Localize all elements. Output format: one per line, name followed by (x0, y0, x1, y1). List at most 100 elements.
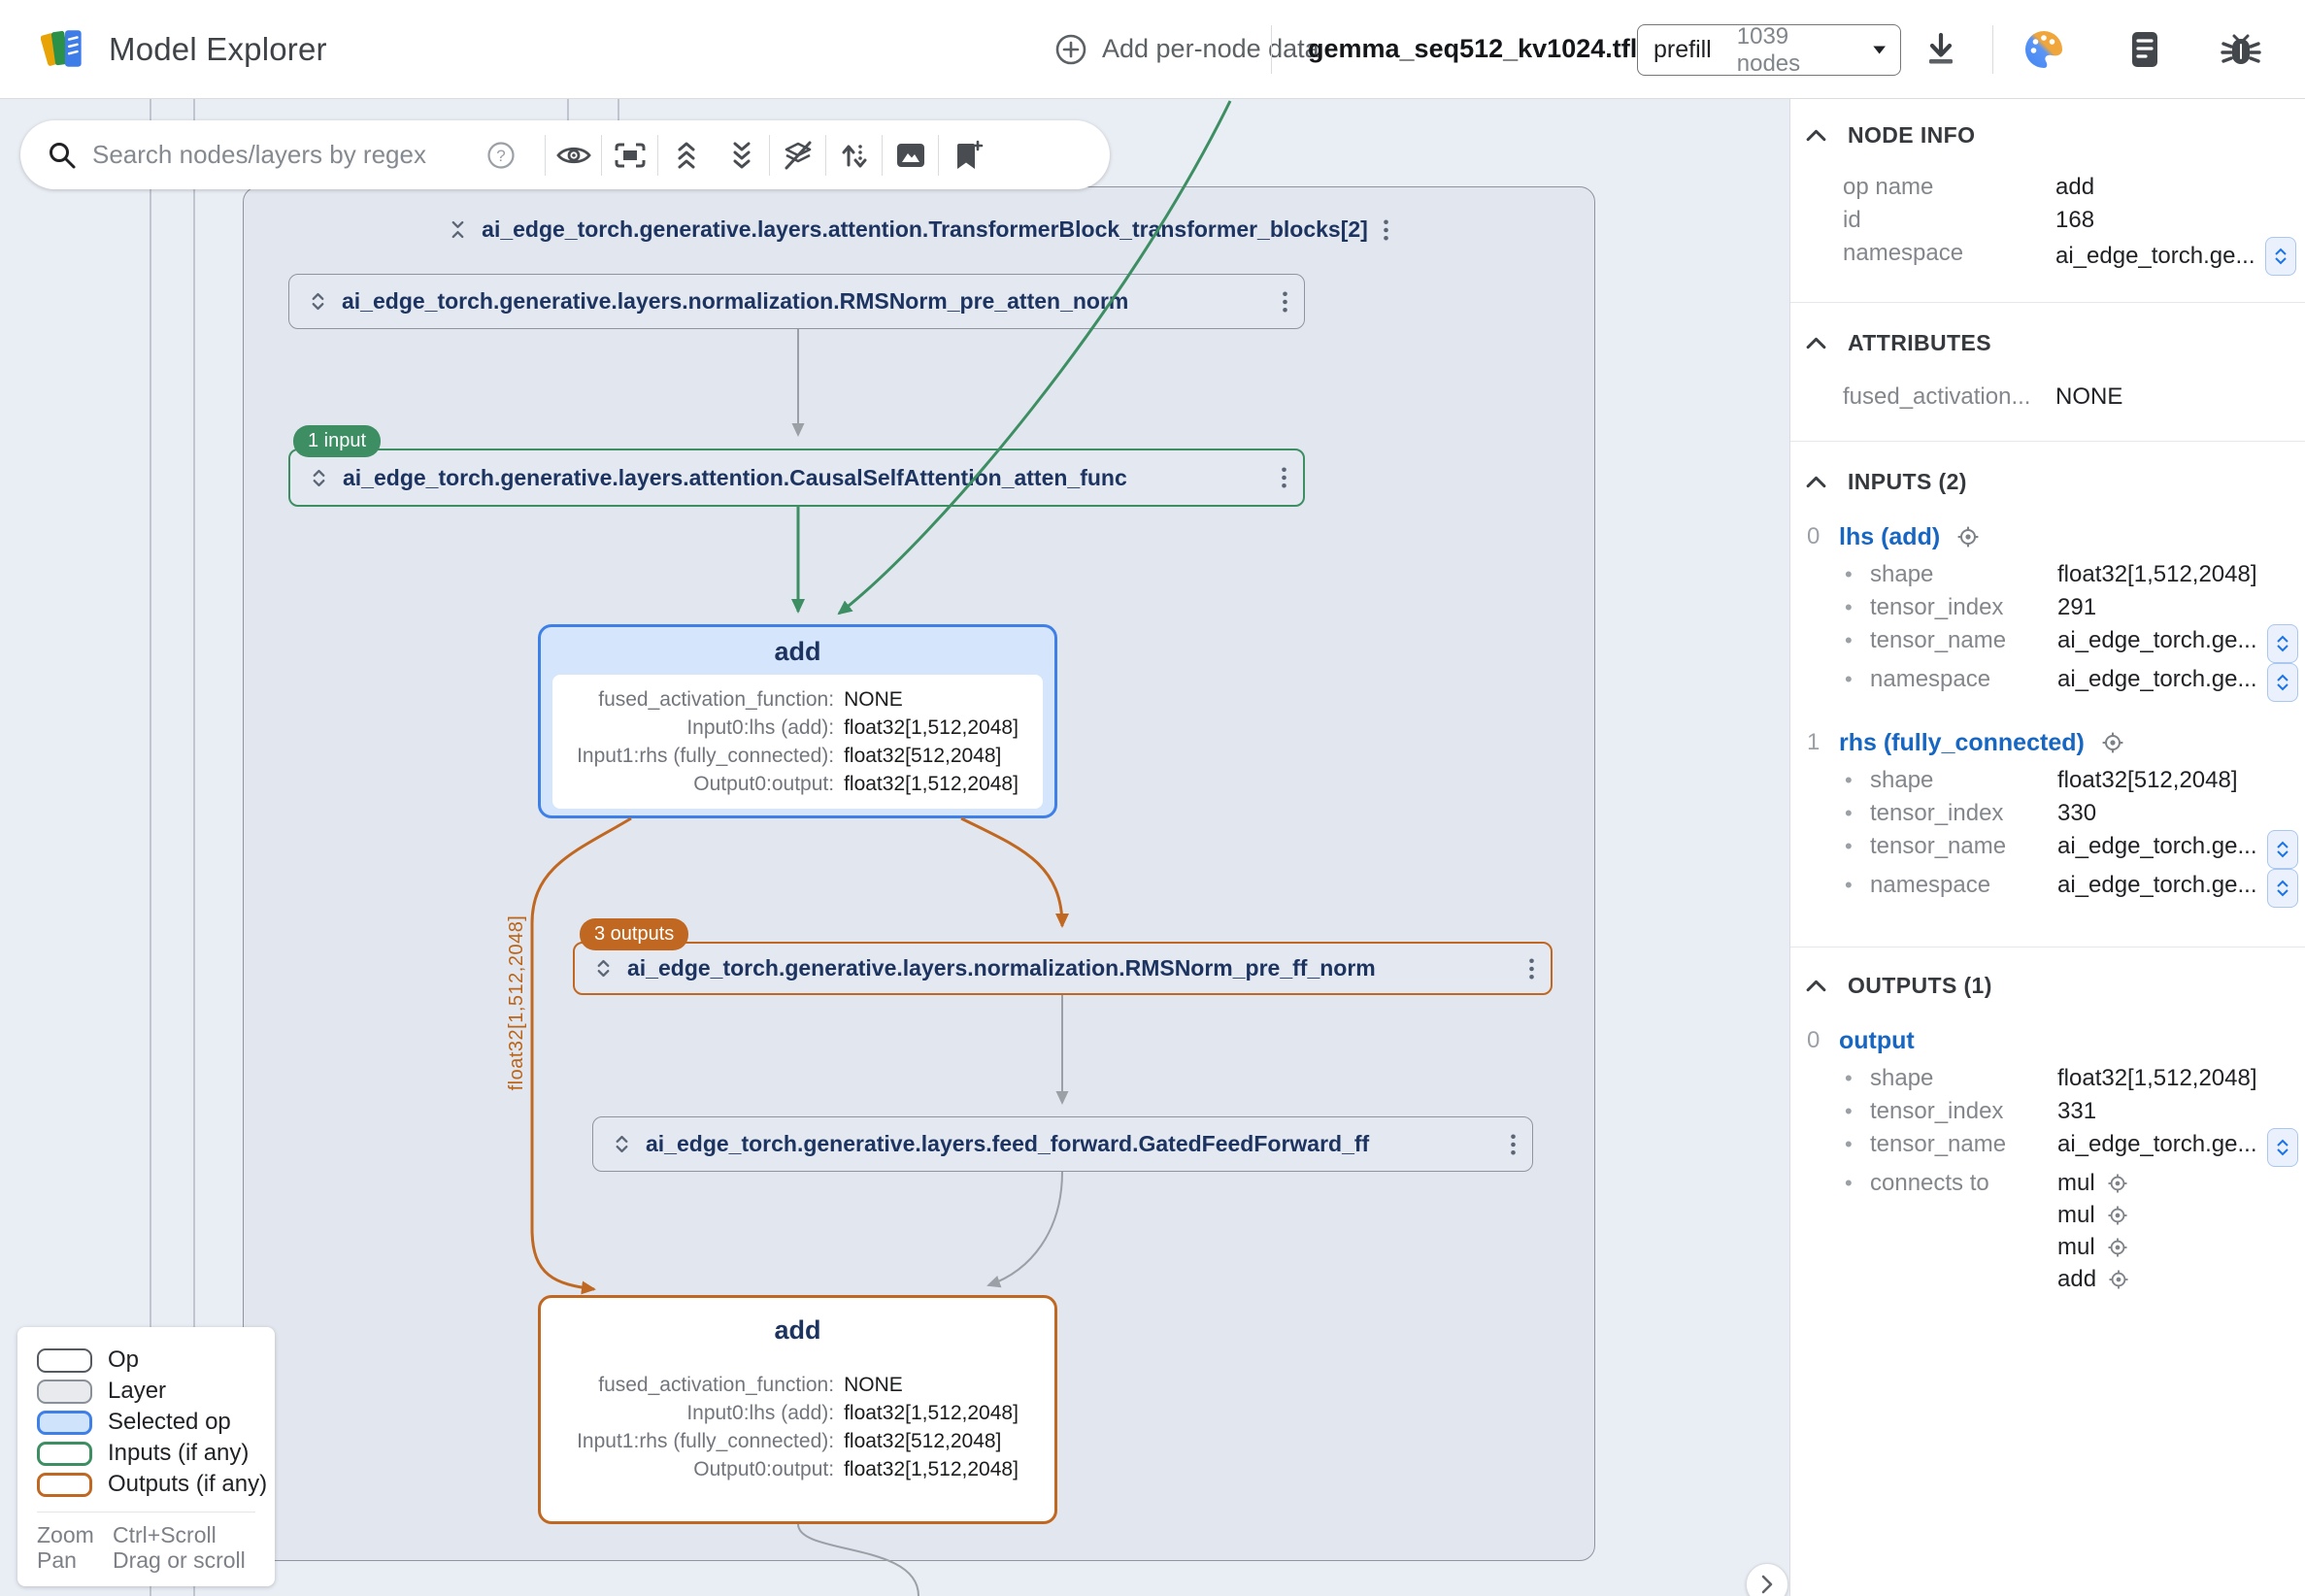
input-index: 1 (1807, 729, 1822, 756)
output-item-header: 0 output (1790, 1023, 2305, 1058)
layer-gated-feed-forward[interactable]: ai_edge_torch.generative.layers.feed_for… (592, 1116, 1533, 1172)
search-input[interactable] (92, 140, 471, 170)
legend: Op Layer Selected op Inputs (if any) Out… (17, 1327, 275, 1586)
input-index: 0 (1807, 523, 1822, 550)
flatten-layers-icon (781, 139, 816, 172)
detail-row: •tensor_name ai_edge_torch.ge... (1790, 1128, 2305, 1167)
locate-icon[interactable] (2107, 1173, 2128, 1194)
unfold-more-icon[interactable] (309, 292, 327, 311)
expand-text-button[interactable] (2267, 663, 2298, 702)
hint-value: Drag or scroll (113, 1547, 275, 1573)
legend-label: Op (108, 1347, 139, 1374)
expand-text-button[interactable] (2267, 624, 2298, 663)
chevron-up-icon (1806, 476, 1826, 488)
layer-title: ai_edge_torch.generative.layers.normaliz… (627, 955, 1514, 981)
search-toolbar: ? (20, 120, 1110, 189)
locate-icon[interactable] (2108, 1269, 2129, 1290)
info-value: 168 (2055, 204, 2094, 237)
flatten-layers-button[interactable] (770, 131, 825, 180)
expand-panel-button[interactable] (1746, 1563, 1788, 1596)
attr-value: NONE (844, 685, 1019, 714)
bug-icon (2218, 26, 2264, 73)
section-header[interactable]: ATTRIBUTES (1790, 328, 2305, 357)
dropdown-caret-icon (1872, 45, 1887, 55)
collapse-all-button[interactable] (714, 131, 769, 180)
kebab-icon[interactable] (1528, 958, 1535, 980)
debug-button[interactable] (2218, 0, 2264, 98)
search-icon (46, 139, 79, 172)
legend-label: Outputs (if any) (108, 1471, 267, 1498)
input-name-link[interactable]: lhs (add) (1839, 523, 1940, 551)
attr-label: Input1:rhs (fully_connected): (577, 742, 834, 770)
kebab-icon[interactable] (1282, 291, 1288, 313)
snapshot-button[interactable] (883, 131, 938, 180)
legend-item: Layer (37, 1376, 275, 1407)
fit-screen-button[interactable] (602, 131, 657, 180)
locate-icon[interactable] (1956, 525, 1980, 549)
layer-causal-self-attention[interactable]: ai_edge_torch.generative.layers.attentio… (288, 449, 1305, 507)
section-outputs: OUTPUTS (1) 0 output •shape float32[1,51… (1790, 947, 2305, 1324)
layer-rmsnorm-pre-ff-norm[interactable]: ai_edge_torch.generative.layers.normaliz… (573, 942, 1553, 995)
unfold-more-icon[interactable] (594, 959, 613, 978)
kebab-icon[interactable] (1281, 467, 1287, 488)
op-title: add (541, 1315, 1054, 1346)
info-row: namespace ai_edge_torch.ge... (1790, 237, 2305, 276)
locate-icon[interactable] (2107, 1237, 2128, 1258)
section-node-info: NODE INFO op name add id 168 namespace a… (1790, 99, 2305, 302)
detail-row: •tensor_index 331 (1790, 1095, 2305, 1128)
info-value: ai_edge_torch.ge... (2055, 240, 2255, 273)
add-per-node-data-button[interactable]: Add per-node data (1054, 0, 1320, 98)
detail-row: •shape float32[1,512,2048] (1790, 558, 2305, 591)
layer-title: ai_edge_torch.generative.layers.normaliz… (342, 288, 1267, 315)
op-node-add-selected[interactable]: add fused_activation_function:NONE Input… (538, 624, 1057, 818)
output-name-link[interactable]: output (1839, 1027, 1915, 1055)
attr-label: fused_activation_function: (577, 1371, 834, 1399)
expand-text-button[interactable] (2265, 237, 2296, 276)
expand-all-button[interactable] (658, 131, 714, 180)
attr-value: float32[1,512,2048] (844, 714, 1019, 742)
expand-all-icon (674, 141, 699, 170)
unfold-more-icon[interactable] (613, 1135, 631, 1153)
help-icon[interactable]: ? (484, 139, 518, 172)
detail-row: •shape float32[1,512,2048] (1790, 1062, 2305, 1095)
expand-text-button[interactable] (2267, 869, 2298, 908)
layer-rmsnorm-pre-atten-norm[interactable]: ai_edge_torch.generative.layers.normaliz… (288, 274, 1305, 329)
attr-label: Input0:lhs (add): (577, 714, 834, 742)
locate-icon[interactable] (2101, 731, 2124, 754)
attr-value: float32[512,2048] (844, 1427, 1019, 1455)
bookmark-add-button[interactable] (939, 131, 994, 180)
edge-tensor-label: float32[1,512,2048] (506, 906, 529, 1100)
detail-row: •shape float32[512,2048] (1790, 764, 2305, 797)
unfold-less-icon[interactable] (449, 220, 467, 239)
kebab-icon[interactable] (1383, 219, 1389, 241)
legend-hints: Zoom Ctrl+Scroll Pan Drag or scroll (37, 1522, 275, 1573)
theme-button[interactable] (2021, 0, 2066, 98)
expand-text-button[interactable] (2267, 830, 2298, 869)
legend-item: Op (37, 1345, 275, 1376)
op-attrs: fused_activation_function:NONE Input0:lh… (552, 675, 1043, 809)
app-title: Model Explorer (109, 31, 327, 68)
graph-canvas[interactable]: ai_edge_torch.generative.layers.attentio… (0, 99, 1789, 1596)
chevron-up-icon (1806, 980, 1826, 992)
trace-io-button[interactable] (826, 131, 882, 180)
input-name-link[interactable]: rhs (fully_connected) (1839, 729, 2085, 757)
connects-item: mul (2057, 1167, 2129, 1199)
report-button[interactable] (2122, 0, 2167, 98)
visibility-button[interactable] (546, 131, 601, 180)
expand-text-button[interactable] (2267, 1128, 2298, 1167)
locate-icon[interactable] (2107, 1205, 2128, 1226)
section-header[interactable]: OUTPUTS (1) (1790, 971, 2305, 1000)
legend-swatch-op (37, 1348, 92, 1373)
op-node-add-bottom[interactable]: add fused_activation_function:NONE Input… (538, 1295, 1057, 1524)
op-title: add (541, 637, 1054, 667)
attr-label: Output0:output: (577, 1455, 834, 1483)
info-row: op name add (1790, 171, 2305, 204)
section-header[interactable]: NODE INFO (1790, 120, 2305, 150)
graph-selector-dropdown[interactable]: prefill 1039 nodes (1637, 24, 1901, 76)
kebab-icon[interactable] (1510, 1134, 1517, 1155)
unfold-more-icon[interactable] (310, 469, 328, 487)
download-button[interactable] (1919, 0, 1963, 98)
section-header[interactable]: INPUTS (2) (1790, 467, 2305, 496)
detail-row: •namespace ai_edge_torch.ge... (1790, 869, 2305, 908)
hint-label: Zoom (37, 1522, 113, 1547)
